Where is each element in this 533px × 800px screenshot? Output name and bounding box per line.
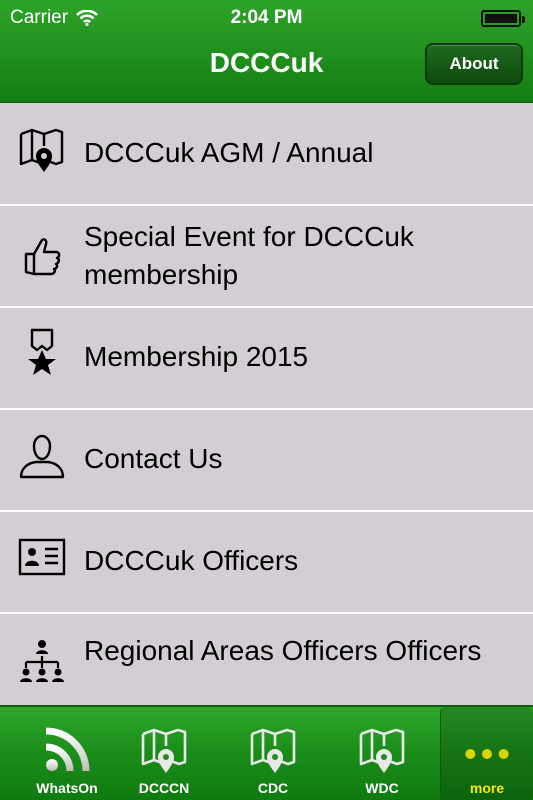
org-chart-icon — [20, 640, 64, 682]
map-pin-icon — [141, 728, 187, 773]
list-item[interactable]: DCCCuk AGM / Annual — [0, 104, 533, 206]
list-item-label: Contact Us — [84, 443, 223, 474]
list-item-label: Regional Areas Officers Officers — [84, 635, 482, 666]
list-item[interactable]: Membership 2015 — [0, 308, 533, 410]
list-item[interactable]: Contact Us — [0, 410, 533, 512]
battery-icon — [481, 10, 525, 27]
list-item[interactable]: Regional Areas Officers Officers — [0, 614, 533, 704]
list-item-label: Membership 2015 — [84, 341, 309, 372]
tab-wdc[interactable]: WDC — [329, 707, 435, 800]
tab-more[interactable]: more — [440, 707, 533, 800]
tab-cdc[interactable]: CDC — [220, 707, 326, 800]
list-item-label: DCCCuk AGM / Annual — [84, 137, 374, 168]
map-pin-icon — [359, 728, 405, 773]
tab-dcccn[interactable]: DCCCN — [111, 707, 217, 800]
list-item-label: DCCCuk Officers — [84, 545, 299, 576]
list-item[interactable]: Special Event for DCCCuk membership — [0, 206, 533, 308]
list-item-label: Special Event for DCCCuk membership — [84, 221, 414, 290]
id-card-icon — [18, 538, 66, 576]
tab-label: CDC — [257, 780, 289, 796]
menu-list: DCCCuk AGM / Annual Special Event for DC… — [0, 104, 533, 704]
tab-label: DCCCN — [138, 780, 190, 796]
tab-whatson[interactable]: WhatsOn — [14, 707, 120, 800]
status-bar: Carrier 2:04 PM — [0, 0, 533, 36]
map-pin-icon — [19, 128, 64, 172]
tab-label: WDC — [365, 780, 399, 796]
medal-star-icon — [28, 328, 56, 375]
rss-feed-icon — [45, 727, 90, 772]
tab-label: WhatsOn — [36, 780, 98, 796]
tab-bar: WhatsOn DCCCN CDC WDC more — [0, 705, 533, 800]
navigation-bar: Carrier 2:04 PM DCCCuk About — [0, 0, 533, 103]
list-item[interactable]: DCCCuk Officers — [0, 512, 533, 614]
map-pin-icon — [250, 728, 296, 773]
more-dots-icon — [465, 749, 509, 759]
about-button[interactable]: About — [425, 43, 523, 85]
person-icon — [19, 434, 65, 479]
clock: 2:04 PM — [230, 7, 303, 28]
thumbs-up-icon — [24, 238, 61, 276]
tab-label: more — [469, 780, 505, 796]
